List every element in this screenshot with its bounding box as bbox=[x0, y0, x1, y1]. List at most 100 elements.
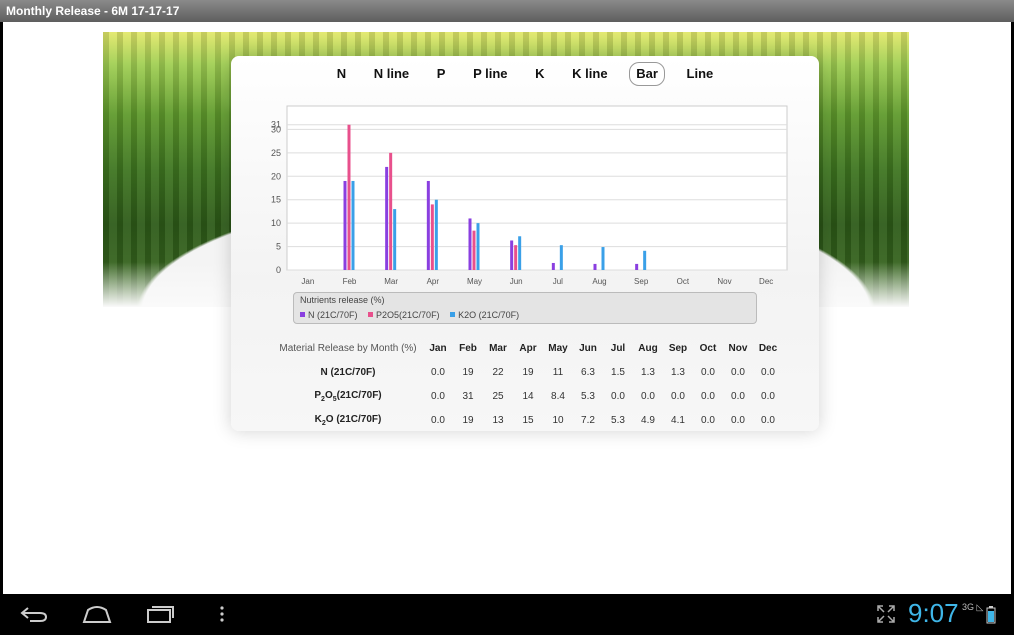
tab-n-line[interactable]: N line bbox=[368, 63, 415, 85]
bar-p2o5 bbox=[514, 245, 518, 270]
label-part: (21C/70F) bbox=[336, 389, 382, 401]
table-cell: 4.1 bbox=[671, 414, 685, 426]
table-row-label: N (21C/70F) bbox=[320, 366, 376, 378]
bar-n bbox=[635, 263, 639, 270]
system-nav-bar: 9:07 3G ◺ bbox=[0, 594, 1014, 635]
bar-n bbox=[551, 262, 555, 270]
bar-n bbox=[468, 218, 472, 270]
tab-bar[interactable]: Bar bbox=[629, 62, 665, 86]
content-area: N N line P P line K K line Bar Line 0 5 10… bbox=[3, 22, 1011, 594]
table-cell: 6.3 bbox=[581, 366, 595, 378]
tab-k[interactable]: K bbox=[529, 63, 550, 85]
table-month-header: May bbox=[548, 342, 568, 354]
table-cell: 0.0 bbox=[701, 366, 715, 378]
table-row: P2O5(21C/70F) 0.0 31 25 14 8.4 5.3 0.0 0.0 0.0 0.0… bbox=[273, 384, 783, 408]
legend-label-k2o: K2O (21C/70F) bbox=[458, 310, 520, 320]
window-title: Monthly Release - 6M 17-17-17 bbox=[0, 0, 1014, 22]
table-month-header: Feb bbox=[459, 342, 477, 354]
legend-swatch-n bbox=[300, 312, 305, 317]
table-cell: 0.0 bbox=[731, 414, 745, 426]
bar-p2o5 bbox=[389, 152, 393, 270]
table-month-header: Jul bbox=[610, 342, 626, 354]
label-part: O bbox=[324, 389, 333, 401]
table-cell: 0.0 bbox=[701, 414, 715, 426]
table-cell: 19 bbox=[462, 414, 474, 426]
table-cell: 4.9 bbox=[641, 414, 655, 426]
table-cell: 13 bbox=[492, 414, 504, 426]
y-tick-label: 0 bbox=[276, 265, 281, 275]
legend-label-n: N (21C/70F) bbox=[308, 310, 358, 320]
x-tick-label: Oct bbox=[677, 277, 690, 286]
table-cell: 5.3 bbox=[611, 414, 625, 426]
y-tick-label: 5 bbox=[276, 242, 281, 252]
table-cell: 0.0 bbox=[761, 414, 775, 426]
release-table: Material Release by Month (%) Jan Feb Mar A… bbox=[273, 336, 783, 432]
back-icon[interactable] bbox=[20, 606, 48, 622]
table-cell: 0.0 bbox=[641, 390, 655, 402]
y-tick-label: 25 bbox=[271, 148, 281, 158]
table-cell: 11 bbox=[552, 366, 564, 378]
legend-title: Nutrients release (%) bbox=[300, 295, 385, 305]
table-cell: 0.0 bbox=[431, 366, 445, 378]
table-cell: 25 bbox=[492, 390, 504, 402]
legend-item-k2o: K2O (21C/70F) bbox=[450, 310, 519, 320]
table-cell: 0.0 bbox=[701, 390, 715, 402]
y-tick-label: 31 bbox=[271, 120, 281, 130]
table-row: K2O (21C/70F) 0.0 19 13 15 10 7.2 5.3 4.9 4.1 0.0 0… bbox=[273, 408, 783, 432]
table-month-header: Mar bbox=[489, 342, 507, 354]
table-cell: 15 bbox=[522, 414, 534, 426]
table-row-label: P2O5(21C/70F) bbox=[273, 384, 423, 408]
y-tick-label: 15 bbox=[271, 195, 281, 205]
table-cell: 1.3 bbox=[641, 366, 655, 378]
table-month-header: Nov bbox=[728, 342, 748, 354]
table-cell: 0.0 bbox=[761, 366, 775, 378]
table-cell: 5.3 bbox=[581, 390, 595, 402]
bar-k2o bbox=[601, 247, 605, 270]
network-indicator: 3G ◺ bbox=[962, 602, 983, 613]
table-cell: 0.0 bbox=[671, 390, 685, 402]
tab-line[interactable]: Line bbox=[681, 63, 720, 85]
label-part: K bbox=[314, 413, 322, 425]
recents-icon[interactable] bbox=[146, 604, 176, 624]
table-cell: 0.0 bbox=[731, 366, 745, 378]
x-tick-label: Feb bbox=[343, 277, 357, 286]
status-clock: 9:07 bbox=[908, 598, 959, 628]
tab-n[interactable]: N bbox=[331, 63, 352, 85]
app-screen: Monthly Release - 6M 17-17-17 N N line P… bbox=[0, 0, 1014, 635]
bar-n bbox=[593, 263, 597, 270]
x-tick-label: Apr bbox=[427, 277, 440, 286]
table-cell: 1.5 bbox=[611, 366, 625, 378]
y-tick-label: 10 bbox=[271, 218, 281, 228]
table-cell: 0.0 bbox=[611, 390, 625, 402]
bar-k2o bbox=[351, 180, 355, 270]
home-icon[interactable] bbox=[82, 604, 112, 624]
bar-k2o bbox=[476, 223, 480, 270]
table-header-row: Material Release by Month (%) Jan Feb Mar A… bbox=[273, 336, 783, 360]
fullscreen-icon[interactable] bbox=[876, 604, 896, 624]
tab-p-line[interactable]: P line bbox=[467, 63, 513, 85]
table-cell: 0.0 bbox=[761, 390, 775, 402]
legend-swatch-k2o bbox=[450, 312, 456, 317]
bar-chart: 05101520253031Jan Feb Mar Apr May Jun Jul Aug Se… bbox=[271, 105, 788, 286]
x-tick-label: Mar bbox=[384, 277, 398, 286]
bar-p2o5 bbox=[347, 124, 351, 270]
x-tick-label: Aug bbox=[592, 277, 606, 286]
signal-icon: ◺ bbox=[976, 602, 984, 612]
chart-tabs: N N line P P line K K line Bar Line bbox=[231, 62, 819, 86]
table-month-header: Aug bbox=[638, 342, 658, 354]
x-tick-label: Jun bbox=[510, 277, 523, 286]
bar-n bbox=[426, 180, 430, 270]
table-cell: 1.3 bbox=[671, 366, 685, 378]
battery-icon bbox=[986, 606, 996, 624]
bar-p2o5 bbox=[430, 204, 434, 270]
bar-n bbox=[385, 166, 389, 270]
x-tick-label: Nov bbox=[717, 277, 731, 286]
x-tick-label: May bbox=[467, 277, 482, 286]
bar-n bbox=[510, 240, 514, 270]
table-row-label: K2O (21C/70F) bbox=[273, 408, 423, 432]
overflow-menu-icon[interactable] bbox=[219, 606, 225, 622]
legend-item-n: N (21C/70F) bbox=[300, 310, 358, 320]
tab-p[interactable]: P bbox=[431, 63, 452, 85]
tab-k-line[interactable]: K line bbox=[566, 63, 613, 85]
table-cell: 0.0 bbox=[431, 390, 445, 402]
